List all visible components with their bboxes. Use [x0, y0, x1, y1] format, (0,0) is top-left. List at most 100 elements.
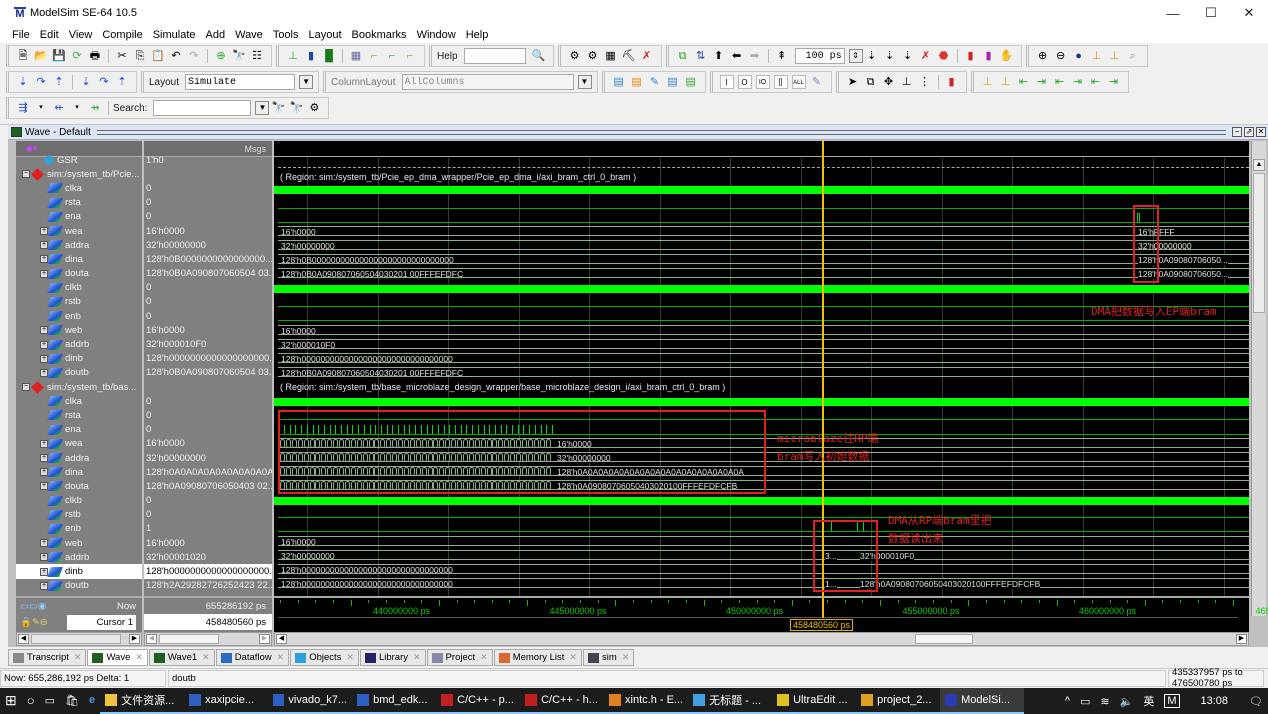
- menu-compile[interactable]: Compile: [102, 29, 142, 41]
- task-view-icon[interactable]: ▭: [40, 688, 60, 714]
- select-mode-icon[interactable]: ➤: [846, 75, 860, 89]
- signal-name-row[interactable]: + addrb: [16, 550, 142, 564]
- add-wave-icon[interactable]: ▤: [612, 75, 626, 89]
- tab-library[interactable]: Library ✕: [359, 649, 426, 666]
- signal-name-row[interactable]: clka: [16, 394, 142, 408]
- store-icon[interactable]: 🛍: [60, 688, 84, 714]
- signal-name-row[interactable]: clka: [16, 181, 142, 195]
- drag-grip[interactable]: [96, 129, 1226, 135]
- continue-run-icon[interactable]: ⇣: [883, 49, 897, 63]
- signal-name-row[interactable]: + doutb: [16, 579, 142, 593]
- menu-help[interactable]: Help: [466, 29, 489, 41]
- ime-indicator[interactable]: 英: [1143, 693, 1154, 709]
- vertical-scrollbar[interactable]: ▲: [1251, 141, 1266, 616]
- run-length-spinner[interactable]: ⇕: [848, 49, 863, 63]
- values-hscrollbar[interactable]: ◀ ▶: [144, 632, 272, 646]
- signal-name-row[interactable]: clkb: [16, 494, 142, 508]
- add-cursor-icon[interactable]: ⊥: [981, 75, 995, 89]
- signal-name-row[interactable]: clkb: [16, 281, 142, 295]
- zoom-cursors-icon[interactable]: ⊥: [1108, 49, 1122, 63]
- scroll-left-button[interactable]: ◀: [146, 634, 157, 644]
- menu-file[interactable]: File: [12, 29, 30, 41]
- prev-falling-edge-icon[interactable]: ⇤: [1053, 75, 1067, 89]
- signal-name-row[interactable]: − sim:/system_tb/bas...: [16, 380, 142, 394]
- search-options-icon[interactable]: ⚙: [307, 101, 321, 115]
- compile-all-icon[interactable]: ⚙: [586, 49, 600, 63]
- filter-all-icon[interactable]: ALL: [791, 75, 806, 89]
- next-falling-edge-icon[interactable]: ⇥: [1071, 75, 1085, 89]
- wave-minimize-button[interactable]: −: [1232, 127, 1242, 137]
- save-icon[interactable]: 💾: [52, 49, 66, 63]
- prev-edge-icon[interactable]: ⇤: [1017, 75, 1031, 89]
- expand-mode-icon[interactable]: ⋮: [918, 75, 932, 89]
- edit-mode-icon[interactable]: ⊥: [900, 75, 914, 89]
- next-rising-edge-icon[interactable]: ⇥: [1107, 75, 1121, 89]
- zoom-full-icon[interactable]: ●: [1072, 49, 1086, 63]
- menu-simulate[interactable]: Simulate: [153, 29, 196, 41]
- simulate-icon[interactable]: ⛏: [622, 49, 636, 63]
- signal-name-row[interactable]: rstb: [16, 295, 142, 309]
- break-icon[interactable]: ✗: [640, 49, 654, 63]
- tab-objects[interactable]: Objects ✕: [290, 649, 359, 666]
- layout-select[interactable]: [185, 74, 296, 90]
- signal-name-row[interactable]: rsta: [16, 196, 142, 210]
- menu-add[interactable]: Add: [206, 29, 226, 41]
- signal-name-row[interactable]: + addra: [16, 451, 142, 465]
- signal-name-row[interactable]: enb: [16, 309, 142, 323]
- scroll-right-button[interactable]: ▶: [1236, 634, 1247, 644]
- collapse-icon[interactable]: −: [22, 170, 30, 179]
- redo-icon[interactable]: ↷: [187, 49, 201, 63]
- signal-name-row[interactable]: + wea: [16, 437, 142, 451]
- signal-name-row[interactable]: ena: [16, 210, 142, 224]
- scroll-up-button[interactable]: ▲: [1253, 159, 1265, 171]
- signal-name-row[interactable]: + wea: [16, 224, 142, 238]
- tab-transcript[interactable]: Transcript ✕: [8, 649, 87, 666]
- signal-name-row[interactable]: − sim:/system_tb/Pcie...: [16, 167, 142, 181]
- break-run-icon[interactable]: ✗: [919, 49, 933, 63]
- tab-memory-list[interactable]: Memory List ✕: [493, 649, 582, 666]
- wave-style-icon[interactable]: ◆▾: [26, 143, 37, 154]
- run-icon[interactable]: ⇣: [865, 49, 879, 63]
- tab-close-icon[interactable]: ✕: [135, 652, 143, 663]
- scroll-right-button[interactable]: ▶: [259, 634, 270, 644]
- wave-grid-icon[interactable]: ▦: [349, 49, 363, 63]
- edge-icon[interactable]: ⌐: [367, 49, 381, 63]
- signal-name-row[interactable]: + doutb: [16, 366, 142, 380]
- filter-clear-icon[interactable]: ✎: [810, 75, 824, 89]
- ime-mode-icon[interactable]: M: [1164, 694, 1180, 708]
- search-prev-icon[interactable]: 🔭: [271, 101, 286, 115]
- wave-close-button[interactable]: ✕: [1256, 127, 1266, 137]
- run-all-icon[interactable]: ⇣: [901, 49, 915, 63]
- scroll-left-button[interactable]: ◀: [276, 634, 287, 644]
- help-search-icon[interactable]: 🔍: [532, 49, 546, 63]
- scroll-left-button[interactable]: ◀: [18, 634, 29, 644]
- zoom-cursor-icon[interactable]: ⊥: [1090, 49, 1104, 63]
- signal-name-row[interactable]: + web: [16, 536, 142, 550]
- taskbar-item[interactable]: ModelSi...: [940, 688, 1025, 714]
- find-icon[interactable]: 🔭: [232, 49, 246, 63]
- notifications-icon[interactable]: 🗨: [1249, 695, 1263, 708]
- expand-icon[interactable]: ⇷: [52, 101, 66, 115]
- tab-wave1[interactable]: Wave1 ✕: [148, 649, 215, 666]
- zoom-in-icon[interactable]: ⊕: [1036, 49, 1050, 63]
- vertical-scroll-thumb[interactable]: [1253, 173, 1265, 313]
- edge-fall-icon[interactable]: ⌐: [403, 49, 417, 63]
- start-button[interactable]: ⊞: [0, 688, 22, 714]
- wave-fill-icon[interactable]: █: [322, 49, 336, 63]
- next-edge-icon[interactable]: ⇥: [1035, 75, 1049, 89]
- add-list-icon[interactable]: ▤: [630, 75, 644, 89]
- refresh-icon[interactable]: ⟳: [70, 49, 84, 63]
- menu-tools[interactable]: Tools: [273, 29, 299, 41]
- signal-name-row[interactable]: + addra: [16, 238, 142, 252]
- waveform-pane[interactable]: ( Region: sim:/system_tb/Pcie_ep_dma_wra…: [274, 141, 1249, 616]
- add-signal-icon[interactable]: ⇸: [88, 101, 102, 115]
- step-over-all-icon[interactable]: ↷: [97, 75, 111, 89]
- step-over-icon[interactable]: ↷: [34, 75, 48, 89]
- edge-rise-icon[interactable]: ⌐: [385, 49, 399, 63]
- wave-hscroll-thumb[interactable]: [915, 634, 973, 644]
- tab-close-icon[interactable]: ✕: [413, 652, 421, 663]
- stop-icon[interactable]: ⬣: [937, 49, 951, 63]
- expand-dropdown-icon[interactable]: ▾: [70, 101, 84, 115]
- names-hscrollbar[interactable]: ◀ ▶: [16, 632, 142, 646]
- back-arrow-icon[interactable]: ⬅: [730, 49, 744, 63]
